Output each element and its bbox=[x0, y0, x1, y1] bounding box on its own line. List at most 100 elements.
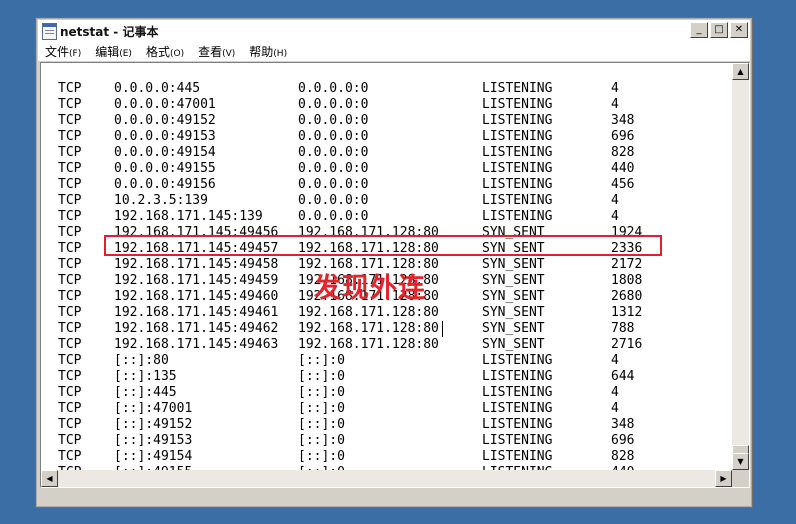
local-address-cell: 10.2.3.5:139 bbox=[114, 193, 208, 208]
pid-cell: 456 bbox=[611, 177, 635, 192]
annotation-text: 发现外连 bbox=[314, 273, 426, 304]
local-address-cell: [::]:49154 bbox=[114, 449, 193, 464]
pid-cell: 828 bbox=[611, 145, 635, 160]
state-cell: SYN_SENT bbox=[482, 305, 545, 320]
scroll-left-button[interactable]: ◀ bbox=[41, 470, 58, 487]
local-address-cell: 192.168.171.145:49462 bbox=[114, 321, 279, 336]
foreign-address-cell: 0.0.0.0:0 bbox=[298, 113, 369, 128]
protocol-cell: TCP bbox=[58, 97, 82, 112]
foreign-address-cell: 192.168.171.128:80 bbox=[298, 337, 439, 352]
pid-cell: 348 bbox=[611, 113, 635, 128]
protocol-cell: TCP bbox=[58, 385, 82, 400]
state-cell: LISTENING bbox=[482, 449, 553, 464]
foreign-address-cell: [::]:0 bbox=[298, 369, 345, 384]
horizontal-scrollbar[interactable]: ◀ ▶ bbox=[41, 470, 732, 487]
pid-cell: 4 bbox=[611, 353, 619, 368]
protocol-cell: TCP bbox=[58, 321, 82, 336]
menu-accel: (V) bbox=[222, 49, 236, 59]
state-cell: LISTENING bbox=[482, 433, 553, 448]
pid-cell: 348 bbox=[611, 417, 635, 432]
foreign-address-cell: 0.0.0.0:0 bbox=[298, 177, 369, 192]
menu-help[interactable]: 帮助(H) bbox=[242, 43, 294, 60]
state-cell: LISTENING bbox=[482, 209, 553, 224]
menu-accel: (O) bbox=[169, 49, 185, 59]
scroll-right-button[interactable]: ▶ bbox=[715, 470, 732, 487]
window-title: netstat - 记事本 bbox=[60, 25, 159, 39]
pid-cell: 828 bbox=[611, 449, 635, 464]
protocol-cell: TCP bbox=[58, 417, 82, 432]
notepad-window: netstat - 记事本 _ □ ✕ 文件(F) 编辑(E) 格式(O) 查看… bbox=[35, 17, 753, 508]
pid-cell: 2680 bbox=[611, 289, 643, 304]
local-address-cell: 0.0.0.0:49154 bbox=[114, 145, 216, 160]
close-button[interactable]: ✕ bbox=[730, 22, 748, 38]
notepad-icon bbox=[42, 23, 57, 40]
pid-cell: 644 bbox=[611, 369, 635, 384]
protocol-cell: TCP bbox=[58, 433, 82, 448]
menu-accel: (F) bbox=[69, 49, 82, 59]
protocol-cell: TCP bbox=[58, 273, 82, 288]
local-address-cell: 0.0.0.0:47001 bbox=[114, 97, 216, 112]
state-cell: LISTENING bbox=[482, 145, 553, 160]
menu-file[interactable]: 文件(F) bbox=[38, 43, 88, 60]
foreign-address-cell: 0.0.0.0:0 bbox=[298, 97, 369, 112]
foreign-address-cell: 0.0.0.0:0 bbox=[298, 81, 369, 96]
protocol-cell: TCP bbox=[58, 209, 82, 224]
state-cell: LISTENING bbox=[482, 401, 553, 416]
protocol-cell: TCP bbox=[58, 257, 82, 272]
pid-cell: 788 bbox=[611, 321, 635, 336]
protocol-cell: TCP bbox=[58, 241, 82, 256]
menu-view[interactable]: 查看(V) bbox=[191, 43, 242, 60]
protocol-cell: TCP bbox=[58, 401, 82, 416]
pid-cell: 2716 bbox=[611, 337, 643, 352]
title-bar[interactable]: netstat - 记事本 _ □ ✕ bbox=[38, 20, 750, 43]
vertical-scrollbar[interactable]: ▲ ▼ bbox=[732, 63, 749, 470]
state-cell: SYN_SENT bbox=[482, 289, 545, 304]
pid-cell: 4 bbox=[611, 401, 619, 416]
menu-label: 编辑 bbox=[95, 45, 120, 59]
state-cell: SYN_SENT bbox=[482, 321, 545, 336]
local-address-cell: [::]:47001 bbox=[114, 401, 193, 416]
foreign-address-cell: [::]:0 bbox=[298, 353, 345, 368]
foreign-address-cell: 192.168.171.128:80 bbox=[298, 321, 439, 336]
state-cell: LISTENING bbox=[482, 369, 553, 384]
state-cell: LISTENING bbox=[482, 81, 553, 96]
local-address-cell: 0.0.0.0:445 bbox=[114, 81, 201, 96]
protocol-cell: TCP bbox=[58, 129, 82, 144]
menu-format[interactable]: 格式(O) bbox=[139, 43, 191, 60]
state-cell: SYN_SENT bbox=[482, 337, 545, 352]
local-address-cell: 0.0.0.0:49152 bbox=[114, 113, 216, 128]
menu-edit[interactable]: 编辑(E) bbox=[88, 43, 139, 60]
local-address-cell: 192.168.171.145:49461 bbox=[114, 305, 279, 320]
foreign-address-cell: 0.0.0.0:0 bbox=[298, 209, 369, 224]
pid-cell: 4 bbox=[611, 209, 619, 224]
maximize-button[interactable]: □ bbox=[710, 22, 728, 38]
pid-cell: 4 bbox=[611, 385, 619, 400]
protocol-cell: TCP bbox=[58, 81, 82, 96]
local-address-cell: 192.168.171.145:49463 bbox=[114, 337, 279, 352]
pid-cell: 4 bbox=[611, 193, 619, 208]
protocol-cell: TCP bbox=[58, 449, 82, 464]
scroll-down-button[interactable]: ▼ bbox=[732, 453, 749, 470]
foreign-address-cell: [::]:0 bbox=[298, 401, 345, 416]
foreign-address-cell: 0.0.0.0:0 bbox=[298, 145, 369, 160]
pid-cell: 4 bbox=[611, 81, 619, 96]
foreign-address-cell: 0.0.0.0:0 bbox=[298, 161, 369, 176]
pid-cell: 440 bbox=[611, 161, 635, 176]
scroll-up-button[interactable]: ▲ bbox=[732, 63, 749, 80]
local-address-cell: 0.0.0.0:49156 bbox=[114, 177, 216, 192]
foreign-address-cell: [::]:0 bbox=[298, 433, 345, 448]
pid-cell: 696 bbox=[611, 129, 635, 144]
local-address-cell: [::]:135 bbox=[114, 369, 177, 384]
state-cell: SYN_SENT bbox=[482, 257, 545, 272]
protocol-cell: TCP bbox=[58, 289, 82, 304]
protocol-cell: TCP bbox=[58, 225, 82, 240]
menu-accel: (E) bbox=[119, 49, 132, 59]
state-cell: LISTENING bbox=[482, 177, 553, 192]
protocol-cell: TCP bbox=[58, 353, 82, 368]
state-cell: LISTENING bbox=[482, 97, 553, 112]
state-cell: LISTENING bbox=[482, 417, 553, 432]
minimize-button[interactable]: _ bbox=[690, 22, 708, 38]
local-address-cell: [::]:80 bbox=[114, 353, 169, 368]
state-cell: SYN_SENT bbox=[482, 273, 545, 288]
pid-cell: 4 bbox=[611, 97, 619, 112]
